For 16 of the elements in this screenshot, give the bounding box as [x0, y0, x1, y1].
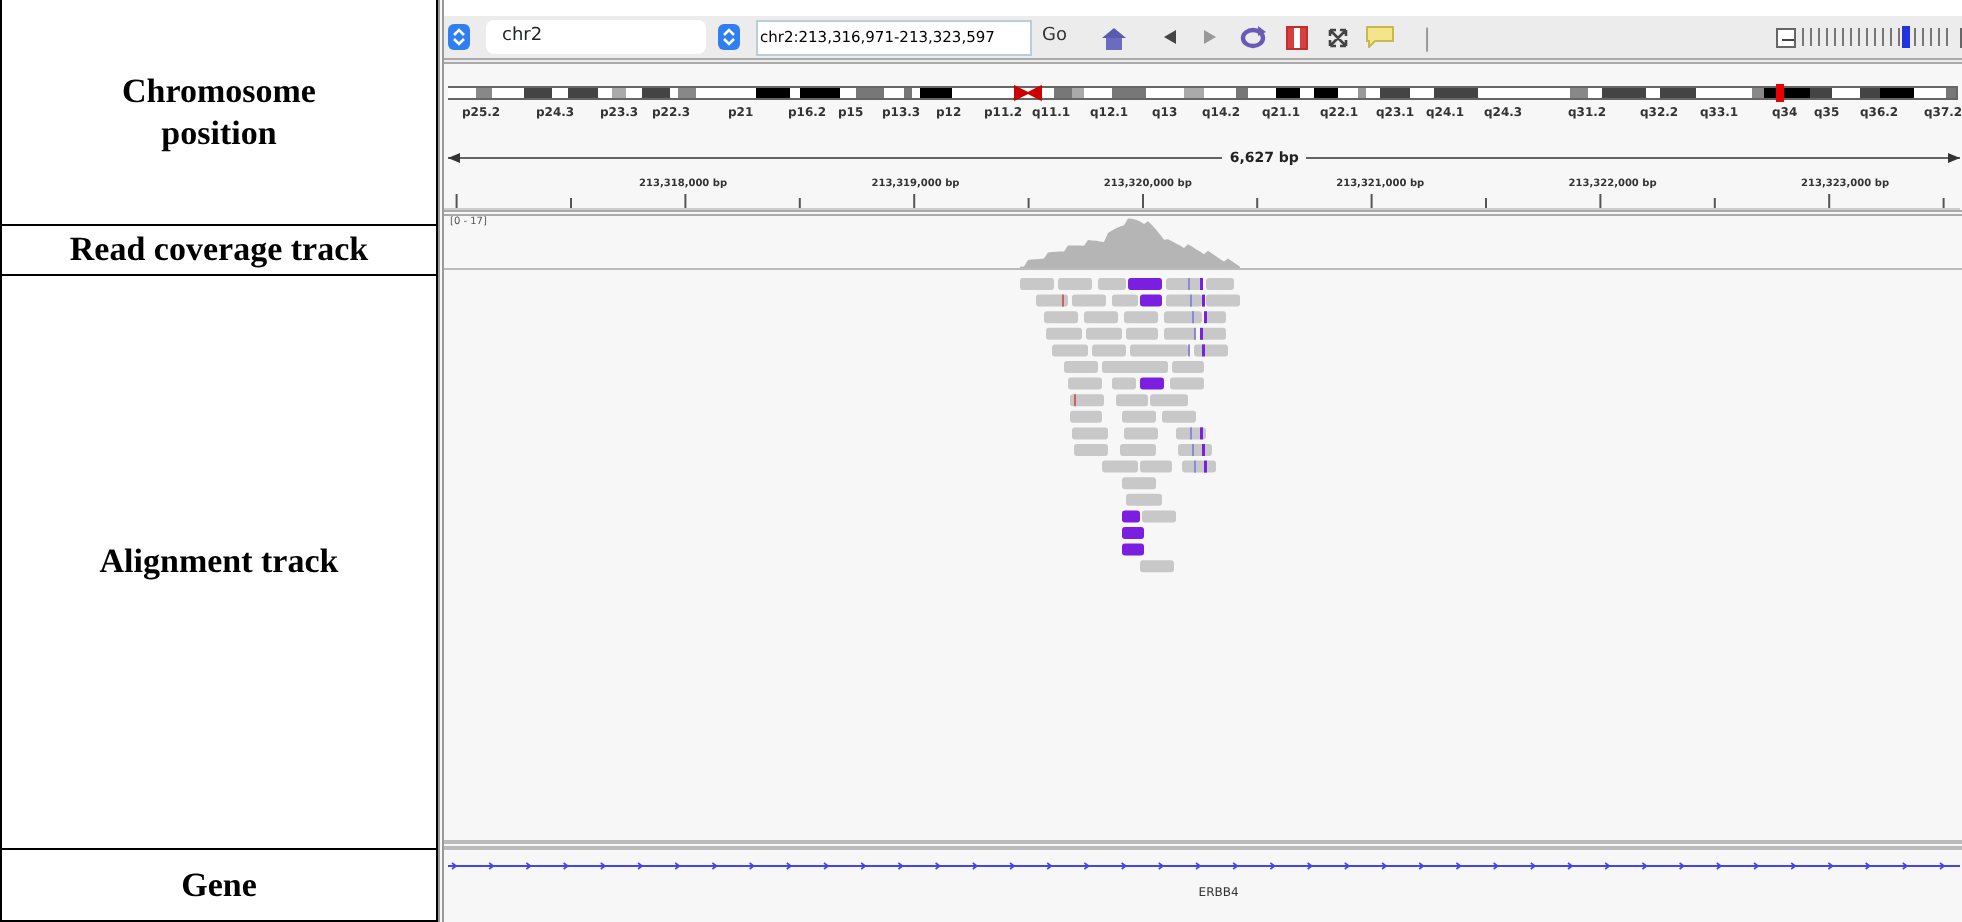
- refresh-icon[interactable]: [1240, 25, 1267, 49]
- row-label: Gene: [181, 863, 257, 907]
- dropdown-arrows-icon[interactable]: [448, 24, 470, 50]
- toolbar-divider: |: [1422, 21, 1432, 55]
- dropdown-arrows-icon[interactable]: [718, 24, 740, 50]
- back-arrow-icon[interactable]: [1164, 30, 1177, 44]
- row-label: Alignment track: [99, 540, 339, 584]
- chromosome-dropdown[interactable]: chr2: [486, 20, 706, 54]
- zoom-out-icon[interactable]: [1776, 27, 1796, 47]
- resize-icon[interactable]: [1328, 27, 1349, 47]
- row-label: Read coverage track: [69, 228, 369, 271]
- row-label: Chromosome position: [120, 69, 318, 155]
- go-button[interactable]: Go: [1036, 23, 1073, 51]
- home-icon[interactable]: [1100, 25, 1129, 49]
- zoom-slider-thumb[interactable]: [1902, 26, 1911, 48]
- region-icon[interactable]: [1286, 25, 1309, 49]
